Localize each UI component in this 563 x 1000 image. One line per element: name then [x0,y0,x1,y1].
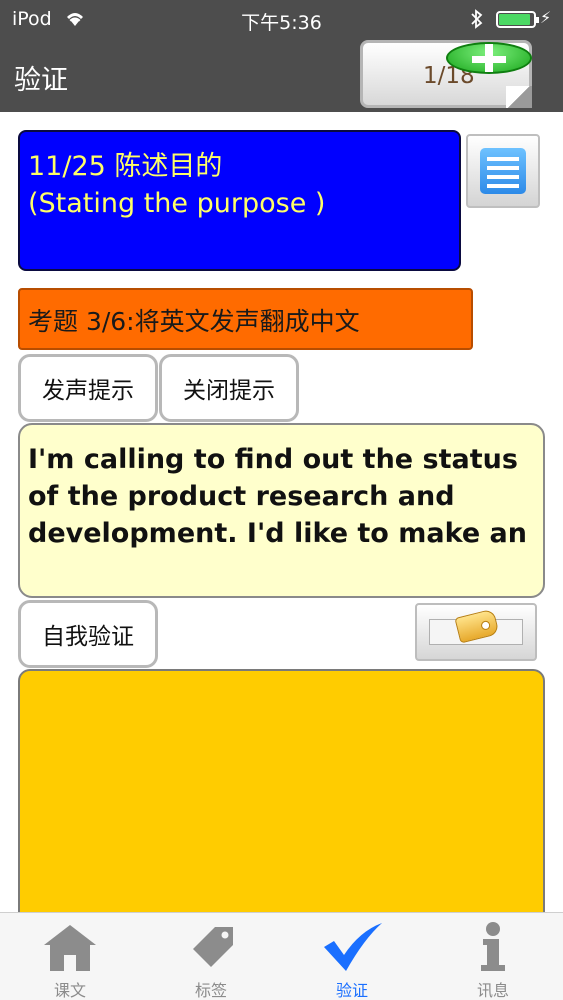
page-curl-icon [506,86,532,108]
lesson-title-box: 11/25 陈述目的 (Stating the purpose ) [18,130,461,271]
lesson-title: 11/25 陈述目的 [28,151,223,182]
voice-hint-label: 发声提示 [42,378,134,404]
voice-hint-button[interactable]: 发声提示 [18,354,158,422]
prompt-text: I'm calling to find out the status of th… [28,444,527,549]
add-icon[interactable] [446,42,532,74]
bluetooth-icon [470,8,484,35]
tab-lesson-label: 课文 [53,981,86,1000]
tag-icon [193,927,233,967]
list-icon [480,148,526,194]
tab-verify-label: 验证 [335,981,368,1000]
battery-icon [496,11,539,28]
self-check-button[interactable]: 自我验证 [18,600,158,668]
battery-fill [499,14,530,25]
question-header: 考题 3/6:将英文发声翻成中文 [18,288,473,350]
tab-bar: 课文 标签 验证 讯息 [0,912,563,1000]
tab-lesson[interactable]: 课文 [0,913,140,1000]
self-check-label: 自我验证 [42,624,134,650]
answer-input-area[interactable] [18,669,545,929]
close-hint-button[interactable]: 关闭提示 [159,354,299,422]
tag-button[interactable] [415,603,537,661]
page-title: 验证 [14,65,68,96]
list-button[interactable] [466,134,540,208]
house-icon [44,925,96,971]
tab-info-label: 讯息 [476,981,509,1000]
checkmark-icon [324,923,382,971]
prompt-text-box: I'm calling to find out the status of th… [18,423,545,598]
tab-verify[interactable]: 验证 [282,913,422,1000]
charging-icon: ⚡ [540,8,552,27]
status-bar: iPod 下午5:36 ⚡ [0,0,563,38]
tab-tags-label: 标签 [194,981,227,1000]
close-hint-label: 关闭提示 [183,378,275,404]
question-label: 考题 3/6:将英文发声翻成中文 [28,307,360,336]
info-icon [481,922,505,971]
tab-info[interactable]: 讯息 [423,913,563,1000]
tab-tags[interactable]: 标签 [141,913,281,1000]
lesson-subtitle: (Stating the purpose ) [28,188,326,219]
